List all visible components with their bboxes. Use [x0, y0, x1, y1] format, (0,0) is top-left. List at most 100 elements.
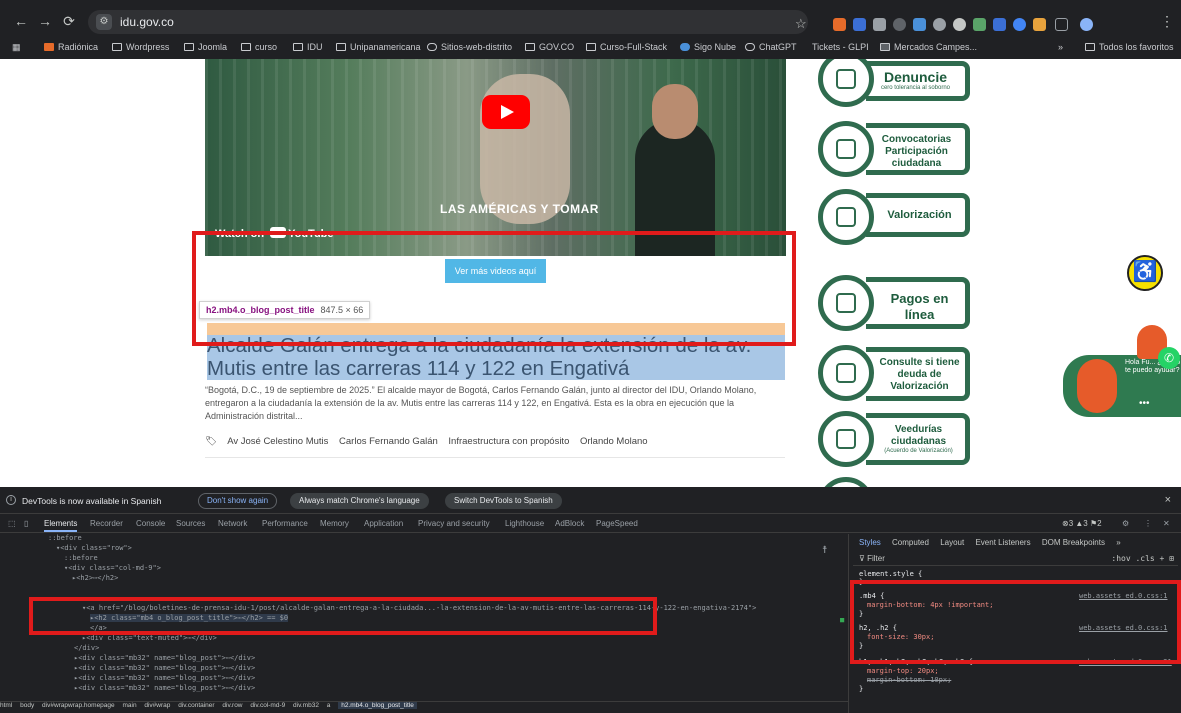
inspect-element-icon[interactable]: ⬚ — [8, 519, 16, 528]
tab-application[interactable]: Application — [364, 519, 403, 528]
settings-gear-icon[interactable]: ⚙ — [1122, 519, 1129, 528]
extension-icon[interactable] — [933, 18, 946, 31]
extension-icon[interactable] — [873, 18, 886, 31]
banner-valorizacion[interactable]: Valorización — [818, 187, 970, 245]
bookmark-star-icon[interactable]: ☆ — [795, 16, 807, 32]
breadcrumb-item-selected[interactable]: h2.mb4.o_blog_post_title — [338, 702, 417, 709]
all-bookmarks-folder[interactable]: Todos los favoritos — [1085, 42, 1174, 52]
back-arrow-icon[interactable]: ← — [12, 12, 30, 30]
extension-icon[interactable] — [1013, 18, 1026, 31]
tab-layout[interactable]: Layout — [940, 538, 964, 547]
extension-icon[interactable] — [913, 18, 926, 31]
bookmark-folder-joomla[interactable]: Joomla — [184, 42, 227, 52]
bookmark-radionica[interactable]: Radiónica — [44, 42, 98, 52]
extensions-puzzle-icon[interactable] — [1055, 18, 1068, 31]
dom-line[interactable]: ▸<div class="mb32" name="blog_post">⋯</d… — [74, 684, 255, 692]
apps-grid-icon[interactable]: ▦ — [12, 42, 21, 53]
more-tabs-chevron[interactable]: » — [1116, 538, 1120, 547]
close-icon[interactable]: × — [1165, 494, 1171, 506]
extension-icon[interactable] — [833, 18, 846, 31]
dom-line[interactable]: ▸<div class="mb32" name="blog_post">⋯</d… — [74, 654, 255, 662]
dom-line[interactable]: ▸<div class="mb32" name="blog_post">⋯</d… — [74, 664, 255, 672]
bookmark-chatgpt[interactable]: ChatGPT — [745, 42, 797, 52]
tag-link[interactable]: Infraestructura con propósito — [448, 436, 569, 447]
tab-styles[interactable]: Styles — [859, 538, 881, 547]
tab-recorder[interactable]: Recorder — [90, 519, 123, 528]
dom-line[interactable]: ▸<h2>⋯</h2> — [72, 574, 118, 582]
always-match-language-button[interactable]: Always match Chrome's language — [290, 493, 429, 509]
devtools-menu-icon[interactable]: ⋮ — [1144, 519, 1152, 528]
youtube-video-embed[interactable]: LAS AMÉRICAS Y TOMAR Watch on YouTube — [205, 59, 786, 256]
dom-line[interactable]: ▾<div class="row"> — [56, 544, 132, 552]
breadcrumb-item[interactable]: div#wrapwrap.homepage — [42, 702, 115, 709]
tab-sources[interactable]: Sources — [176, 519, 205, 528]
bookmark-sigo-nube[interactable]: Sigo Nube — [680, 42, 736, 52]
dom-badge-icon[interactable]: ■ — [840, 616, 844, 624]
extension-icon[interactable] — [993, 18, 1006, 31]
breadcrumb-item[interactable]: div#wrap — [144, 702, 170, 709]
tab-adblock[interactable]: AdBlock — [555, 519, 584, 528]
tab-console[interactable]: Console — [136, 519, 165, 528]
breadcrumb-item[interactable]: main — [122, 702, 136, 709]
bookmark-folder-curso[interactable]: curso — [241, 42, 277, 52]
breadcrumb-item[interactable]: div.mb32 — [293, 702, 319, 709]
banner-next[interactable] — [818, 477, 970, 487]
bookmark-tickets-glpi[interactable]: Tickets - GLPI — [812, 42, 869, 52]
dom-line[interactable]: ▸<div class="mb32" name="blog_post">⋯</d… — [74, 674, 255, 682]
tab-computed[interactable]: Computed — [892, 538, 929, 547]
close-devtools-icon[interactable]: ✕ — [1163, 519, 1170, 528]
bookmark-folder-idu[interactable]: IDU — [293, 42, 323, 52]
bookmark-folder-wordpress[interactable]: Wordpress — [112, 42, 169, 52]
banner-consulte-deuda[interactable]: Consulte si tiene deuda de Valorización — [818, 341, 970, 407]
bookmarks-overflow-button[interactable]: » — [1058, 42, 1063, 52]
site-info-icon[interactable]: ⚙ — [96, 14, 112, 30]
bookmark-folder-curso-full-stack[interactable]: Curso-Full-Stack — [586, 42, 667, 52]
chat-more-dots[interactable]: ••• — [1139, 398, 1150, 409]
tag-link[interactable]: Orlando Molano — [580, 436, 648, 447]
bookmark-mercados-campes[interactable]: Mercados Campes... — [880, 42, 977, 52]
filter-tools[interactable]: :hov .cls + ⊞ — [1111, 554, 1174, 563]
accessibility-icon[interactable]: ♿ — [1127, 255, 1163, 291]
dom-line[interactable]: ::before — [48, 534, 82, 542]
banner-convocatorias[interactable]: Convocatorias Participación ciudadana — [818, 117, 970, 183]
banner-veedurias[interactable]: Veedurías ciudadanas (Acuerdo de Valoriza… — [818, 409, 970, 471]
address-bar[interactable]: ⚙ idu.gov.co — [88, 10, 808, 34]
tab-dom-breakpoints[interactable]: DOM Breakpoints — [1042, 538, 1105, 547]
breadcrumb-item[interactable]: a — [327, 702, 331, 709]
tab-event-listeners[interactable]: Event Listeners — [975, 538, 1030, 547]
reload-icon[interactable]: ⟳ — [60, 12, 78, 30]
extension-icon[interactable] — [893, 18, 906, 31]
bookmark-folder-unipanamericana[interactable]: Unipanamericana — [336, 42, 421, 52]
breadcrumb-item[interactable]: div.container — [178, 702, 214, 709]
extension-icon[interactable] — [973, 18, 986, 31]
rule-headings-prop[interactable]: margin-top: 20px; — [859, 667, 939, 675]
dom-line[interactable]: </div> — [74, 644, 99, 652]
profile-avatar-icon[interactable] — [1080, 18, 1093, 31]
extension-icon[interactable] — [1033, 18, 1046, 31]
rule-element-style[interactable]: element.style { — [859, 570, 922, 578]
dont-show-again-button[interactable]: Don't show again — [198, 493, 278, 509]
forward-arrow-icon[interactable]: → — [36, 12, 54, 30]
breadcrumb-item[interactable]: div.row — [222, 702, 242, 709]
breadcrumb-item[interactable]: body — [20, 702, 34, 709]
tab-elements[interactable]: Elements — [44, 519, 78, 532]
rule-headings-prop-overridden[interactable]: margin-bottom: 10px; — [859, 676, 951, 684]
tab-privacy-security[interactable]: Privacy and security — [418, 519, 490, 528]
breadcrumb-item[interactable]: div.col-md-9 — [250, 702, 285, 709]
bookmark-folder-govco[interactable]: GOV.CO — [525, 42, 574, 52]
youtube-play-icon[interactable] — [482, 95, 530, 129]
banner-pagos-en-linea[interactable]: Pagos en línea — [818, 273, 970, 333]
dom-line[interactable]: ▾<div class="col-md-9"> — [64, 564, 161, 572]
styles-filter-input[interactable]: ⊽ Filter :hov .cls + ⊞ — [853, 552, 1178, 566]
tab-pagespeed[interactable]: PageSpeed — [596, 519, 638, 528]
extension-icon[interactable] — [853, 18, 866, 31]
address-bar-url[interactable]: idu.gov.co — [120, 15, 174, 29]
extension-icon[interactable] — [953, 18, 966, 31]
bookmark-sitios-web-distrito[interactable]: Sitios-web-distrito — [427, 42, 512, 52]
dom-line[interactable]: ▸<div class="text-muted">⋯</div> — [82, 634, 217, 642]
dom-line[interactable]: ::before — [64, 554, 98, 562]
issue-counts-badge[interactable]: ⊗3 ▲3 ⚑2 — [1062, 519, 1102, 528]
switch-to-spanish-button[interactable]: Switch DevTools to Spanish — [445, 493, 562, 509]
accessibility-tree-icon[interactable]: ☨ — [822, 545, 827, 556]
tab-performance[interactable]: Performance — [262, 519, 308, 528]
